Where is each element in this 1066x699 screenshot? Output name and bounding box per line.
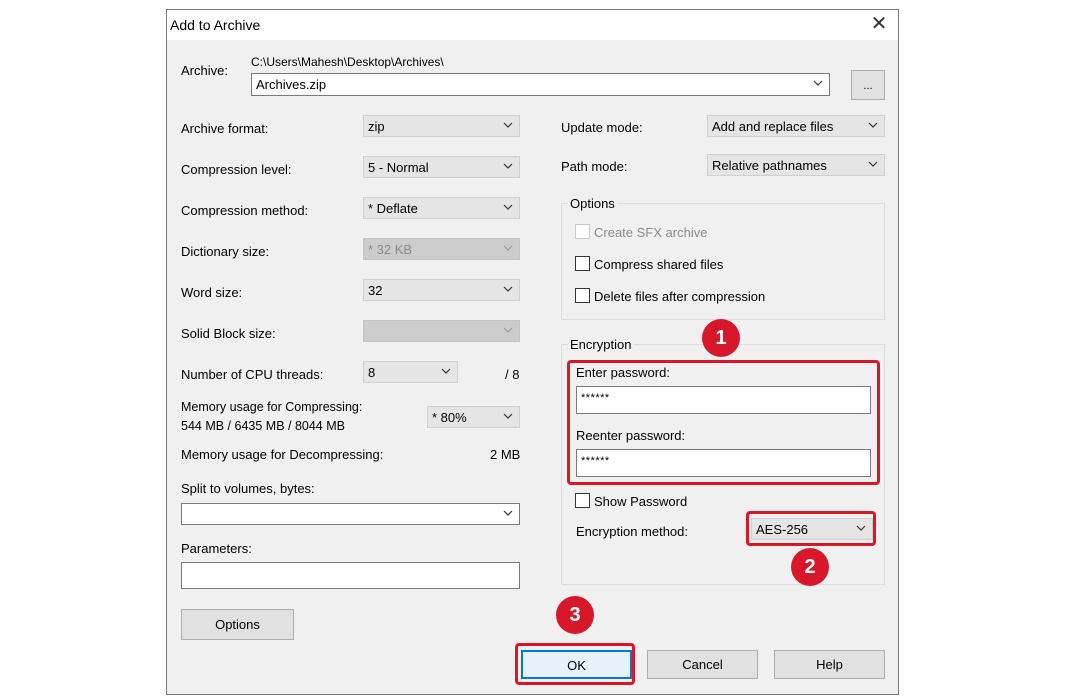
password-highlight-box [567,360,880,485]
update-mode-value: Add and replace files [712,119,834,134]
word-size-value: 32 [368,283,383,298]
word-size-label: Word size: [181,285,243,300]
cancel-button[interactable]: Cancel [647,650,758,679]
encryption-method-highlight-box [746,511,876,546]
path-mode-label: Path mode: [561,159,628,174]
close-icon[interactable]: ✕ [866,12,892,36]
memory-decompress-label: Memory usage for Decompressing: [181,447,384,462]
dictionary-size-value: * 32 KB [368,242,413,257]
word-size-combo[interactable]: 32 [363,279,520,301]
split-volumes-combo[interactable] [181,503,520,525]
show-password-checkbox[interactable] [575,493,590,508]
parameters-input[interactable] [181,562,520,589]
step-3-badge: 3 [556,596,594,634]
chevron-down-icon [813,76,823,90]
chevron-down-icon [503,200,513,214]
update-mode-combo[interactable]: Add and replace files [707,115,885,137]
path-mode-combo[interactable]: Relative pathnames [707,154,885,176]
split-volumes-label: Split to volumes, bytes: [181,481,315,496]
options-button[interactable]: Options [181,609,294,640]
archive-format-combo[interactable]: zip [363,115,520,137]
show-password-label: Show Password [594,494,688,509]
memory-compress-detail: 544 MB / 6435 MB / 8044 MB [181,419,345,433]
chevron-down-icon [503,241,513,255]
path-mode-value: Relative pathnames [712,158,827,173]
archive-format-value: zip [368,119,385,134]
dialog-title: Add to Archive [170,17,261,33]
compress-shared-checkbox[interactable] [575,256,590,271]
encryption-group-label: Encryption [568,337,634,352]
chevron-down-icon [503,282,513,296]
archive-name-value: Archives.zip [256,77,327,92]
chevron-down-icon [868,157,878,171]
cpu-threads-max: / 8 [505,367,520,382]
chevron-down-icon [503,409,513,423]
delete-after-checkbox[interactable] [575,288,590,303]
compression-level-combo[interactable]: 5 - Normal [363,156,520,178]
options-button-label: Options [215,617,260,632]
help-button[interactable]: Help [774,650,885,679]
encryption-method-label: Encryption method: [576,524,689,539]
memory-decompress-value: 2 MB [490,447,521,462]
compression-method-value: * Deflate [368,201,418,216]
title-bar: Add to Archive ✕ [167,10,898,40]
compression-level-value: 5 - Normal [368,160,429,175]
compression-method-label: Compression method: [181,203,309,218]
dictionary-size-label: Dictionary size: [181,244,270,259]
create-sfx-label: Create SFX archive [594,225,708,240]
memory-compress-value: * 80% [432,410,467,425]
solid-block-size-label: Solid Block size: [181,326,276,341]
memory-compress-combo[interactable]: * 80% [427,406,520,428]
options-group-label: Options [568,196,617,211]
help-button-label: Help [816,657,843,672]
add-to-archive-dialog: Add to Archive ✕ Archive: C:\Users\Mahes… [166,9,899,695]
browse-button-label: ... [863,80,873,92]
chevron-down-icon [868,118,878,132]
chevron-down-icon [503,506,513,520]
archive-label: Archive: [181,63,228,78]
chevron-down-icon [441,364,451,378]
chevron-down-icon [503,159,513,173]
cpu-threads-label: Number of CPU threads: [181,367,324,382]
memory-compress-label: Memory usage for Compressing: [181,400,363,414]
archive-format-label: Archive format: [181,121,269,136]
solid-block-size-combo [363,320,520,342]
step-2-badge: 2 [791,548,829,586]
compression-method-combo[interactable]: * Deflate [363,197,520,219]
create-sfx-checkbox [575,224,590,239]
compress-shared-label: Compress shared files [594,257,724,272]
cpu-threads-combo[interactable]: 8 [363,361,458,383]
parameters-label: Parameters: [181,541,252,556]
update-mode-label: Update mode: [561,120,643,135]
step-1-badge: 1 [702,319,740,357]
archive-path: C:\Users\Mahesh\Desktop\Archives\ [251,55,444,69]
archive-name-combo[interactable]: Archives.zip [251,73,830,96]
cpu-threads-value: 8 [368,365,376,380]
browse-button[interactable]: ... [851,70,885,100]
compression-level-label: Compression level: [181,162,292,177]
delete-after-label: Delete files after compression [594,289,766,304]
chevron-down-icon [503,118,513,132]
cancel-button-label: Cancel [682,657,723,672]
chevron-down-icon [503,323,513,337]
ok-button-highlight-box [515,643,635,685]
dictionary-size-combo: * 32 KB [363,238,520,260]
